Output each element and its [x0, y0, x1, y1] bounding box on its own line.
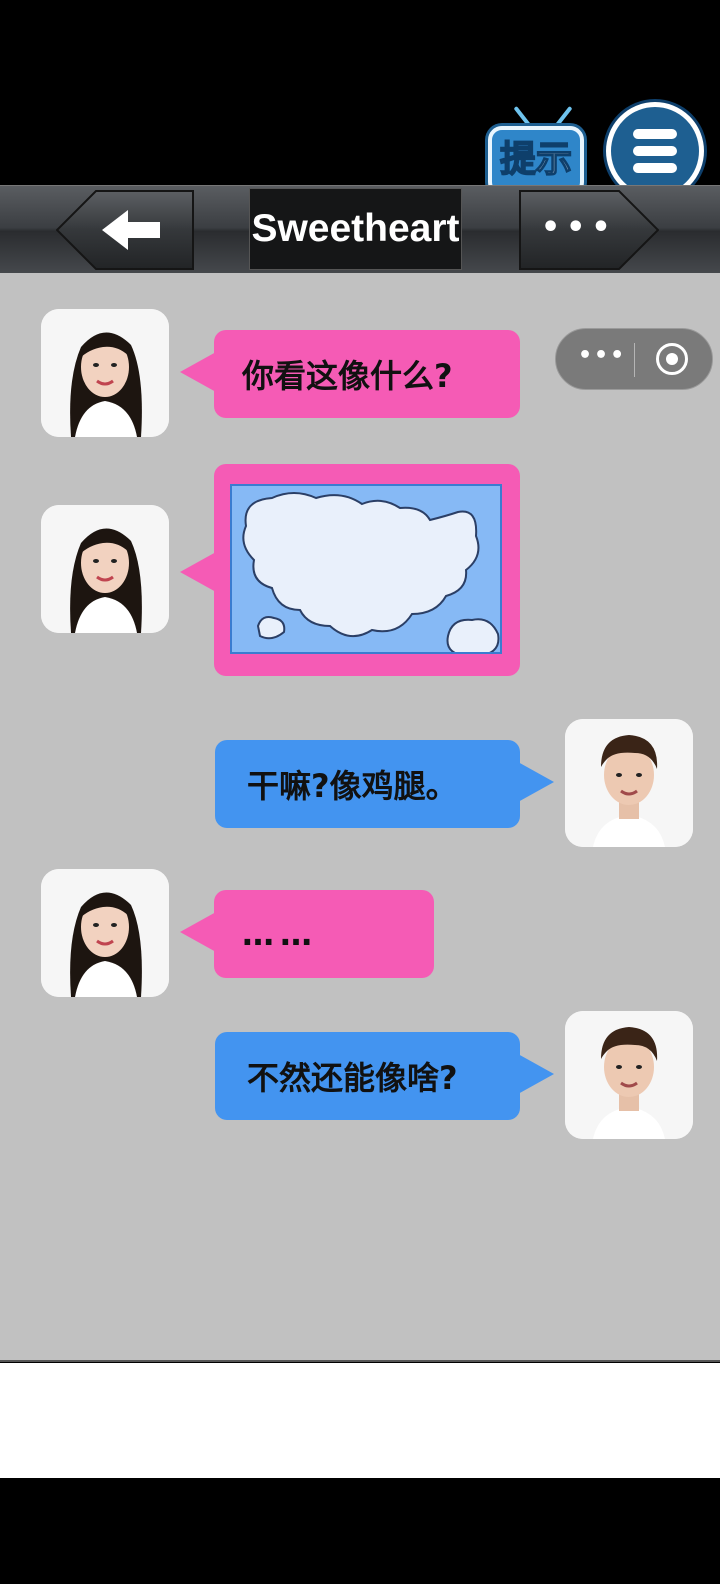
girl-image-bubble[interactable] — [214, 464, 520, 676]
bubble-tail — [180, 352, 216, 392]
menu-icon-bar — [633, 163, 677, 173]
menu-icon-bar — [633, 129, 677, 139]
boy-message-bubble[interactable]: 不然还能像啥? — [215, 1032, 520, 1120]
message-text: 干嘛?像鸡腿。 — [247, 767, 458, 805]
boy-portrait-icon — [565, 719, 693, 847]
message-text: 不然还能像啥? — [247, 1059, 458, 1097]
capsule-more-icon: ••• — [578, 343, 627, 368]
capsule-divider — [634, 343, 635, 377]
boy-avatar[interactable] — [565, 1011, 693, 1139]
capsule-close-button[interactable] — [636, 329, 714, 391]
girl-portrait-icon — [41, 505, 169, 633]
girl-portrait-icon — [41, 309, 169, 437]
capsule-more-button[interactable]: ••• — [556, 329, 634, 391]
more-options-button[interactable]: ••• — [519, 190, 659, 270]
bubble-tail — [180, 912, 216, 952]
chat-navbar: Sweetheart ••• — [0, 185, 720, 273]
message-text: …… — [242, 915, 318, 953]
game-screen: 提示 Sweetheart ••• 你看这像什么? ••• 干嘛?像鸡腿。 ……… — [0, 0, 720, 1584]
miniprogram-capsule: ••• — [555, 328, 713, 390]
girl-portrait-icon — [41, 869, 169, 997]
boy-avatar[interactable] — [565, 719, 693, 847]
back-arrow-icon — [56, 190, 194, 270]
bottom-bar — [0, 1478, 720, 1584]
bubble-tail — [518, 762, 554, 802]
boy-message-bubble[interactable]: 干嘛?像鸡腿。 — [215, 740, 520, 828]
cloud-icon — [232, 486, 500, 652]
boy-portrait-icon — [565, 1011, 693, 1139]
menu-icon-bar — [633, 146, 677, 156]
input-area — [0, 1363, 720, 1478]
chat-title: Sweetheart — [249, 188, 462, 270]
hint-label: 提示 — [499, 138, 573, 181]
more-dots-icon: ••• — [541, 210, 617, 245]
message-text: 你看这像什么? — [242, 357, 453, 395]
close-target-icon — [656, 343, 688, 375]
girl-message-bubble[interactable]: 你看这像什么? — [214, 330, 520, 418]
back-button[interactable] — [56, 190, 194, 270]
heart-cloud-image — [230, 484, 502, 654]
girl-avatar[interactable] — [41, 505, 169, 633]
girl-message-bubble[interactable]: …… — [214, 890, 434, 978]
bubble-tail — [518, 1054, 554, 1094]
girl-avatar[interactable] — [41, 309, 169, 437]
girl-avatar[interactable] — [41, 869, 169, 997]
bubble-tail — [180, 552, 216, 592]
